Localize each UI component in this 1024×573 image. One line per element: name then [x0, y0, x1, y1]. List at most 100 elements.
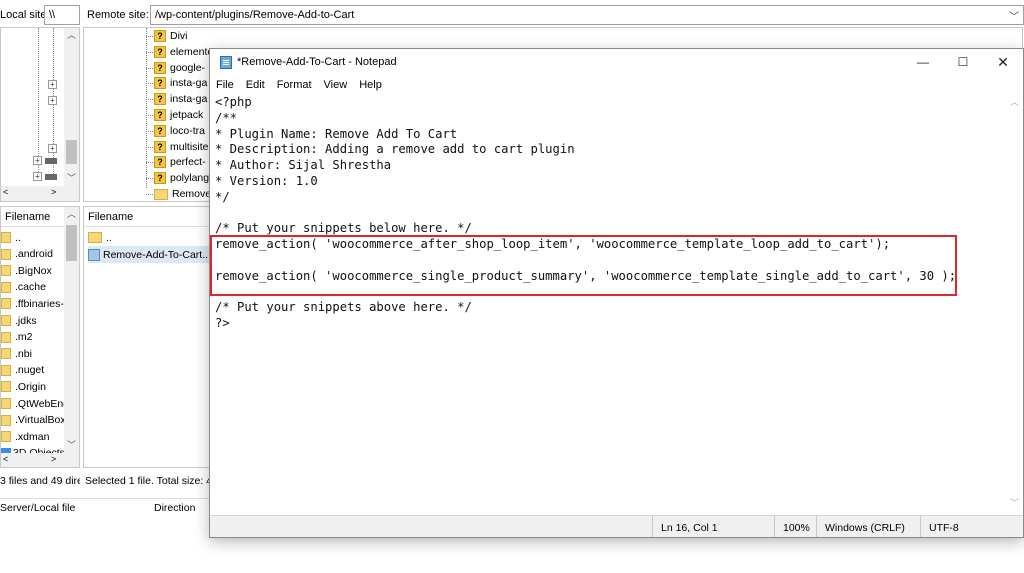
folder-icon [1, 265, 11, 277]
tree-item[interactable]: Remove [146, 186, 211, 201]
list-item[interactable]: .nuget [1, 362, 44, 379]
menu-view[interactable]: View [324, 79, 348, 91]
code-line: * Author: Sijal Shrestha [215, 158, 392, 173]
expand-icon[interactable]: + [48, 80, 57, 89]
scroll-up-icon[interactable]: ︿ [64, 28, 79, 43]
code-line: /** [215, 110, 238, 125]
code-text: <?php/** * Plugin Name: Remove Add To Car… [215, 95, 956, 332]
unknown-folder-icon: ? [154, 30, 166, 42]
zoom-level: 100% [774, 516, 816, 537]
tree-item[interactable]: ? Divi [146, 28, 188, 44]
local-tree-hscrollbar[interactable]: < > [1, 186, 79, 201]
list-item[interactable]: .. [1, 229, 21, 246]
unknown-folder-icon: ? [154, 93, 166, 106]
tree-item-label: jetpack [170, 109, 204, 121]
code-line: <?php [215, 95, 252, 109]
scroll-left-icon[interactable]: < [3, 454, 8, 464]
list-item-label: .. [15, 231, 21, 244]
menu-help[interactable]: Help [359, 79, 382, 91]
scroll-right-icon[interactable]: > [51, 187, 56, 197]
folder-icon [1, 298, 11, 310]
local-list-scrollbar[interactable]: ︿ ﹀ [64, 207, 79, 453]
local-file-list[interactable]: Filename .. .android .BigNox .cache .ffbinar… [0, 206, 80, 468]
unknown-folder-icon: ? [154, 140, 166, 153]
folder-icon [1, 364, 11, 376]
menu-format[interactable]: Format [277, 79, 312, 91]
minimize-button[interactable]: — [903, 49, 943, 76]
list-item[interactable]: .Origin [1, 378, 46, 395]
tree-item[interactable]: ? polylang [146, 170, 210, 186]
scroll-thumb[interactable] [66, 140, 77, 164]
scroll-up-icon[interactable]: ︿ [64, 207, 79, 222]
list-item-label: .cache [15, 281, 46, 294]
list-item-label: .jdks [15, 314, 37, 327]
scroll-down-icon[interactable]: ﹀ [64, 171, 79, 186]
list-item[interactable]: .ffbinaries- [1, 295, 64, 312]
menu-file[interactable]: File [216, 79, 234, 91]
scroll-up-icon[interactable]: ︿ [1010, 95, 1019, 108]
list-item[interactable]: .QtWebEng [1, 395, 69, 412]
expand-icon[interactable]: + [33, 172, 42, 181]
list-item-label: .android [15, 248, 53, 261]
tree-item[interactable]: ? google- [146, 60, 206, 76]
column-header-direction[interactable]: Direction [154, 502, 195, 514]
tree-item[interactable]: ? elementor [146, 44, 217, 60]
remote-site-combo[interactable]: /wp-content/plugins/Remove-Add-to-Cart ﹀ [150, 5, 1024, 25]
folder-icon [1, 331, 11, 343]
close-button[interactable]: ✕ [983, 49, 1023, 76]
local-site-combo[interactable]: \\ [44, 5, 80, 25]
list-item[interactable]: Remove-Add-To-Cart.. [88, 246, 212, 263]
chevron-down-icon[interactable]: ﹀ [1009, 8, 1019, 23]
column-header-server-local-file[interactable]: Server/Local file [0, 502, 75, 514]
tree-item[interactable]: ? jetpack [146, 107, 204, 123]
list-item[interactable]: .. [88, 229, 112, 246]
list-item[interactable]: .cache [1, 279, 46, 296]
scroll-thumb[interactable] [66, 225, 77, 261]
menu-edit[interactable]: Edit [246, 79, 265, 91]
folder-icon [88, 232, 102, 243]
expand-icon[interactable]: + [48, 144, 57, 153]
list-item[interactable]: .xdman [1, 428, 49, 445]
local-tree-scrollbar[interactable]: ︿ ﹀ [64, 28, 79, 186]
remote-site-value: /wp-content/plugins/Remove-Add-to-Cart [155, 9, 355, 21]
list-item[interactable]: .VirtualBox [1, 412, 66, 429]
local-status-text: 3 files and 49 dire [0, 475, 80, 487]
scroll-right-icon[interactable]: > [51, 454, 56, 464]
list-item-label: .Origin [15, 380, 46, 393]
unknown-folder-icon: ? [154, 77, 166, 90]
expand-icon[interactable]: + [33, 156, 42, 165]
tree-item[interactable]: ? insta-ga [146, 91, 207, 107]
highlight-annotation [210, 235, 957, 296]
editor-scrollbar[interactable]: ︿ ﹀ [1008, 94, 1023, 515]
list-item[interactable]: .android [1, 246, 53, 263]
tree-item[interactable]: ? loco-tra [146, 123, 206, 139]
tree-item-label: google- [170, 61, 206, 74]
encoding: UTF-8 [920, 516, 1010, 537]
list-item-label: .nbi [15, 347, 32, 360]
folder-icon [1, 348, 11, 360]
local-list-hscrollbar[interactable]: < > [1, 453, 79, 467]
maximize-button[interactable]: ☐ [943, 49, 983, 76]
expand-icon[interactable]: + [48, 96, 57, 105]
tree-item[interactable]: ? multisite [146, 139, 209, 155]
list-item[interactable]: .nbi [1, 345, 32, 362]
title-bar[interactable]: *Remove-Add-To-Cart - Notepad — ☐ ✕ [210, 49, 1023, 76]
list-item[interactable]: .jdks [1, 312, 37, 329]
tree-item-label: loco-tra [170, 124, 206, 137]
list-item[interactable]: .BigNox [1, 262, 52, 279]
unknown-folder-icon: ? [154, 124, 166, 137]
scroll-left-icon[interactable]: < [3, 187, 8, 197]
tree-item-label: insta-ga [170, 77, 208, 90]
list-item-label: .ffbinaries- [15, 297, 64, 310]
tree-item-label: polylang [170, 172, 210, 185]
drive-icon [45, 158, 57, 164]
tree-item[interactable]: ? perfect- [146, 154, 206, 170]
status-bar: Ln 16, Col 1 100% Windows (CRLF) UTF-8 [210, 515, 1023, 537]
scroll-down-icon[interactable]: ﹀ [64, 438, 79, 453]
tree-item[interactable]: ? insta-ga [146, 75, 208, 91]
list-item[interactable]: .m2 [1, 329, 33, 346]
scroll-down-icon[interactable]: ﹀ [1010, 496, 1019, 509]
local-directory-tree[interactable]: + + + + + ︿ ﹀ < > [0, 27, 80, 202]
text-editor[interactable]: <?php/** * Plugin Name: Remove Add To Car… [210, 94, 1010, 515]
list-item-label: .m2 [15, 331, 33, 344]
